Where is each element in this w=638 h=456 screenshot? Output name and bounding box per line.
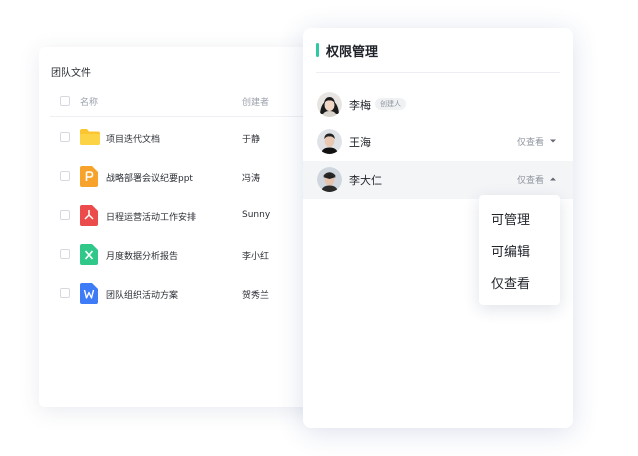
file-creator: 冯涛 bbox=[242, 174, 261, 184]
column-header-name[interactable]: 名称 bbox=[80, 95, 98, 108]
member-row: 李大仁 仅查看 bbox=[303, 161, 573, 199]
table-row[interactable]: 项目迭代文档 于静 bbox=[50, 118, 339, 156]
stage: 团队文件 名称 创建者 项目迭代文档 于静 战略部署会议纪要ppt 冯涛 日程运… bbox=[0, 0, 638, 456]
file-creator: 李小红 bbox=[242, 252, 270, 262]
member-row: 王海 仅查看 bbox=[303, 123, 573, 161]
avatar bbox=[317, 167, 342, 192]
row-checkbox[interactable] bbox=[60, 210, 70, 220]
role-select[interactable]: 仅查看 bbox=[517, 173, 544, 186]
role-dropdown-menu: 可管理 可编辑 仅查看 bbox=[479, 195, 560, 305]
files-table-header: 名称 创建者 bbox=[50, 94, 339, 117]
avatar bbox=[317, 92, 342, 117]
role-select[interactable]: 仅查看 bbox=[517, 135, 544, 148]
file-creator: 于静 bbox=[242, 135, 261, 145]
pdf-file-icon bbox=[80, 205, 98, 226]
member-row: 李梅 创建人 bbox=[303, 86, 573, 124]
word-file-icon bbox=[80, 283, 98, 304]
ppt-file-icon bbox=[80, 166, 98, 187]
table-row[interactable]: 团队组织活动方案 贺秀兰 bbox=[50, 274, 339, 312]
column-header-creator[interactable]: 创建者 bbox=[242, 95, 269, 108]
member-name: 王海 bbox=[349, 136, 371, 149]
creator-badge: 创建人 bbox=[375, 98, 406, 110]
file-name[interactable]: 日程运营活动工作安排 bbox=[106, 210, 196, 223]
chevron-up-icon[interactable] bbox=[549, 176, 557, 182]
table-row[interactable]: 月度数据分析报告 李小红 bbox=[50, 235, 339, 273]
row-checkbox[interactable] bbox=[60, 288, 70, 298]
team-files-panel: 团队文件 名称 创建者 项目迭代文档 于静 战略部署会议纪要ppt 冯涛 日程运… bbox=[39, 47, 339, 407]
chevron-down-icon[interactable] bbox=[549, 138, 557, 144]
file-creator: 贺秀兰 bbox=[242, 291, 270, 301]
dropdown-option-manage[interactable]: 可管理 bbox=[491, 209, 530, 228]
select-all-checkbox[interactable] bbox=[60, 96, 70, 106]
divider bbox=[316, 72, 560, 73]
member-name: 李梅 bbox=[349, 99, 371, 112]
avatar bbox=[317, 129, 342, 154]
folder-icon bbox=[80, 129, 100, 145]
member-name: 李大仁 bbox=[349, 174, 382, 187]
table-row[interactable]: 日程运营活动工作安排 Sunny bbox=[50, 196, 339, 234]
file-name[interactable]: 月度数据分析报告 bbox=[106, 249, 178, 262]
file-name[interactable]: 项目迭代文档 bbox=[106, 132, 160, 145]
files-panel-title: 团队文件 bbox=[51, 68, 91, 79]
file-name[interactable]: 战略部署会议纪要ppt bbox=[106, 171, 193, 184]
title-accent-bar bbox=[316, 43, 319, 57]
row-checkbox[interactable] bbox=[60, 171, 70, 181]
file-creator: Sunny bbox=[242, 210, 271, 220]
file-name[interactable]: 团队组织活动方案 bbox=[106, 288, 178, 301]
permission-panel-title: 权限管理 bbox=[326, 45, 379, 60]
row-checkbox[interactable] bbox=[60, 249, 70, 259]
table-row[interactable]: 战略部署会议纪要ppt 冯涛 bbox=[50, 157, 339, 195]
dropdown-option-view-only[interactable]: 仅查看 bbox=[491, 273, 530, 292]
excel-file-icon bbox=[80, 244, 98, 265]
row-checkbox[interactable] bbox=[60, 132, 70, 142]
dropdown-option-edit[interactable]: 可编辑 bbox=[491, 241, 530, 260]
